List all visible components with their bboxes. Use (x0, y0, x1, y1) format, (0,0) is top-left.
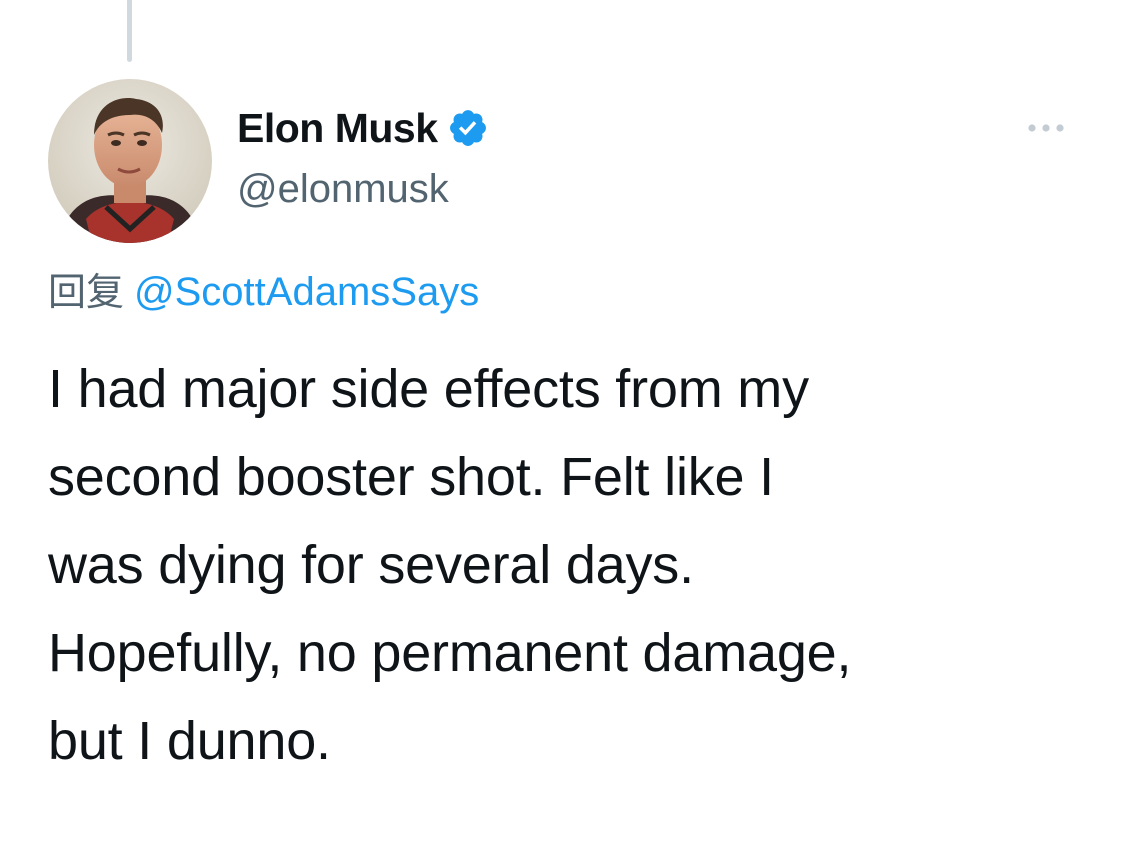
avatar-image (48, 79, 212, 243)
verified-badge-icon (449, 110, 486, 146)
more-options-button[interactable] (1022, 108, 1078, 148)
reply-prefix: 回复 (48, 270, 125, 314)
author-name[interactable]: Elon Musk (237, 100, 438, 156)
tweet-text-line: I had major side effects from my (48, 359, 809, 419)
author-avatar[interactable] (48, 79, 212, 243)
tweet-text-line: was dying for several days. (48, 535, 694, 595)
author-name-row[interactable]: Elon Musk (237, 100, 489, 156)
tweet-text: I had major side effects from my second … (48, 345, 1088, 785)
tweet-text-line: but I dunno. (48, 711, 331, 771)
more-horizontal-icon (1028, 124, 1064, 132)
tweet-text-line: second booster shot. Felt like I (48, 447, 774, 507)
thread-connector-line (127, 0, 132, 62)
reply-context: 回复 @ScottAdamsSays (48, 266, 479, 318)
reply-handle-link[interactable]: @ScottAdamsSays (134, 270, 479, 314)
author-handle[interactable]: @elonmusk (237, 163, 449, 215)
tweet-text-line: Hopefully, no permanent damage, (48, 623, 852, 683)
